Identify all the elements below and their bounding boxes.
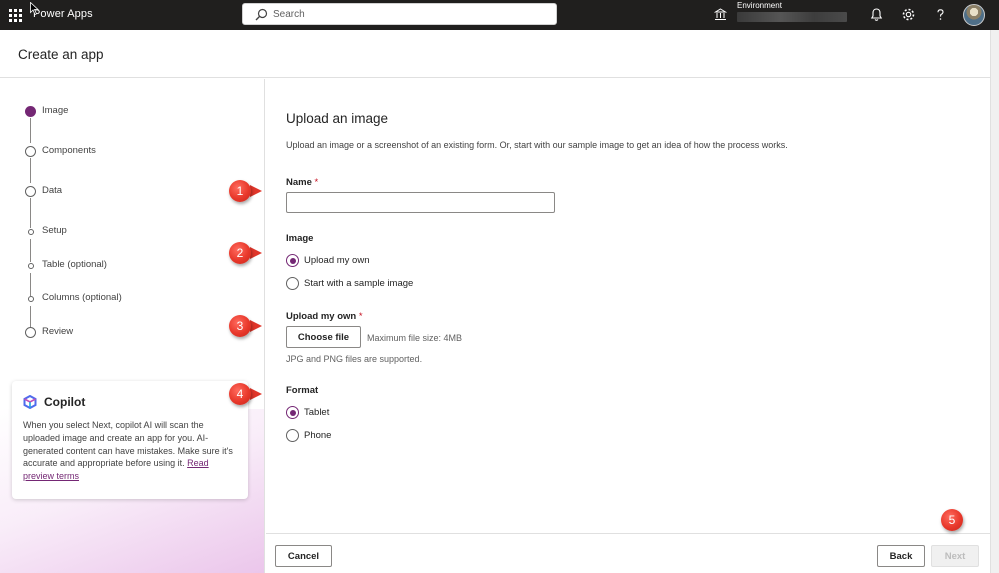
copilot-title: Copilot [44,395,86,409]
page-header: Create an app [0,30,990,78]
waffle-icon[interactable] [5,5,25,25]
step-setup[interactable]: Setup [0,222,260,242]
search-box[interactable] [242,3,557,25]
app-root: Power Apps Environment Create an app [0,0,999,573]
step-indicator [25,146,36,157]
environment-icon[interactable] [714,8,727,21]
step-label: Review [42,326,74,337]
required-mark: * [358,311,363,322]
callout-marker-2: 2 [229,242,251,264]
step-image[interactable]: Image [0,102,260,122]
help-icon[interactable] [933,7,948,22]
search-input[interactable] [273,6,543,22]
step-label: Table (optional) [42,259,107,270]
format-label: Format [286,385,319,396]
radio-unselected[interactable] [286,429,299,442]
substep-indicator [28,296,34,302]
upload-form: Upload an image Upload an image or a scr… [266,79,990,533]
substep-indicator [28,229,34,235]
callout-marker-3: 3 [229,315,251,337]
step-data[interactable]: Data [0,182,260,202]
upload-label: Upload my own * [286,311,363,322]
mouse-cursor-icon [30,2,39,15]
radio-label[interactable]: Phone [304,430,331,441]
scrollbar[interactable] [990,30,999,573]
environment-name-redacted[interactable] [737,12,847,22]
substep-indicator [28,263,34,269]
radio-label[interactable]: Upload my own [304,255,369,266]
step-list: Image Components Data Setup Table (optio… [0,79,264,359]
step-label: Data [42,185,63,196]
callout-pointer [250,320,262,332]
back-button[interactable]: Back [877,545,925,567]
step-components[interactable]: Components [0,142,260,162]
page-title: Create an app [18,47,104,62]
form-description: Upload an image or a screenshot of an ex… [286,140,788,150]
max-file-size-text: Maximum file size: 4MB [367,333,463,343]
settings-icon[interactable] [901,7,916,22]
avatar[interactable] [963,4,985,26]
copilot-icon [23,395,37,409]
image-label: Image [286,233,314,244]
radio-tablet[interactable]: Tablet [286,405,546,421]
callout-marker-5: 5 [941,509,963,531]
step-indicator [25,186,36,197]
name-label: Name * [286,177,319,188]
copilot-description: When you select Next, copilot AI will sc… [23,419,239,483]
callout-marker-4: 4 [229,383,251,405]
radio-phone[interactable]: Phone [286,428,546,444]
notifications-icon[interactable] [869,7,884,22]
callout-pointer [250,388,262,400]
step-label: Setup [42,225,67,236]
footer-bar: Cancel Back Next [266,533,990,573]
supported-formats-text: JPG and PNG files are supported. [286,354,423,364]
next-button[interactable]: Next [931,545,979,567]
radio-unselected[interactable] [286,277,299,290]
form-title: Upload an image [286,111,389,126]
search-icon [255,8,268,21]
steps-panel: Image Components Data Setup Table (optio… [0,79,265,573]
cancel-button[interactable]: Cancel [275,545,332,567]
step-label: Image [42,105,69,116]
step-label: Columns (optional) [42,292,122,303]
callout-pointer [250,185,262,197]
app-name[interactable]: Power Apps [33,8,93,20]
step-table-optional[interactable]: Table (optional) [0,256,260,276]
radio-selected[interactable] [286,406,299,419]
radio-label[interactable]: Start with a sample image [304,278,413,289]
radio-selected[interactable] [286,254,299,267]
top-bar: Power Apps Environment [0,0,999,30]
callout-marker-1: 1 [229,180,251,202]
required-mark: * [314,177,319,188]
name-input[interactable] [286,192,555,213]
step-review[interactable]: Review [0,323,260,343]
radio-upload-my-own[interactable]: Upload my own [286,253,546,269]
radio-sample-image[interactable]: Start with a sample image [286,276,546,292]
choose-file-button[interactable]: Choose file [286,326,361,348]
step-columns-optional[interactable]: Columns (optional) [0,289,260,309]
callout-pointer [250,247,262,259]
step-label: Components [42,145,96,156]
radio-label[interactable]: Tablet [304,407,329,418]
copilot-card: Copilot When you select Next, copilot AI… [12,381,248,499]
step-indicator [25,327,36,338]
step-indicator-active [25,106,36,117]
environment-label[interactable]: Environment [737,1,782,10]
